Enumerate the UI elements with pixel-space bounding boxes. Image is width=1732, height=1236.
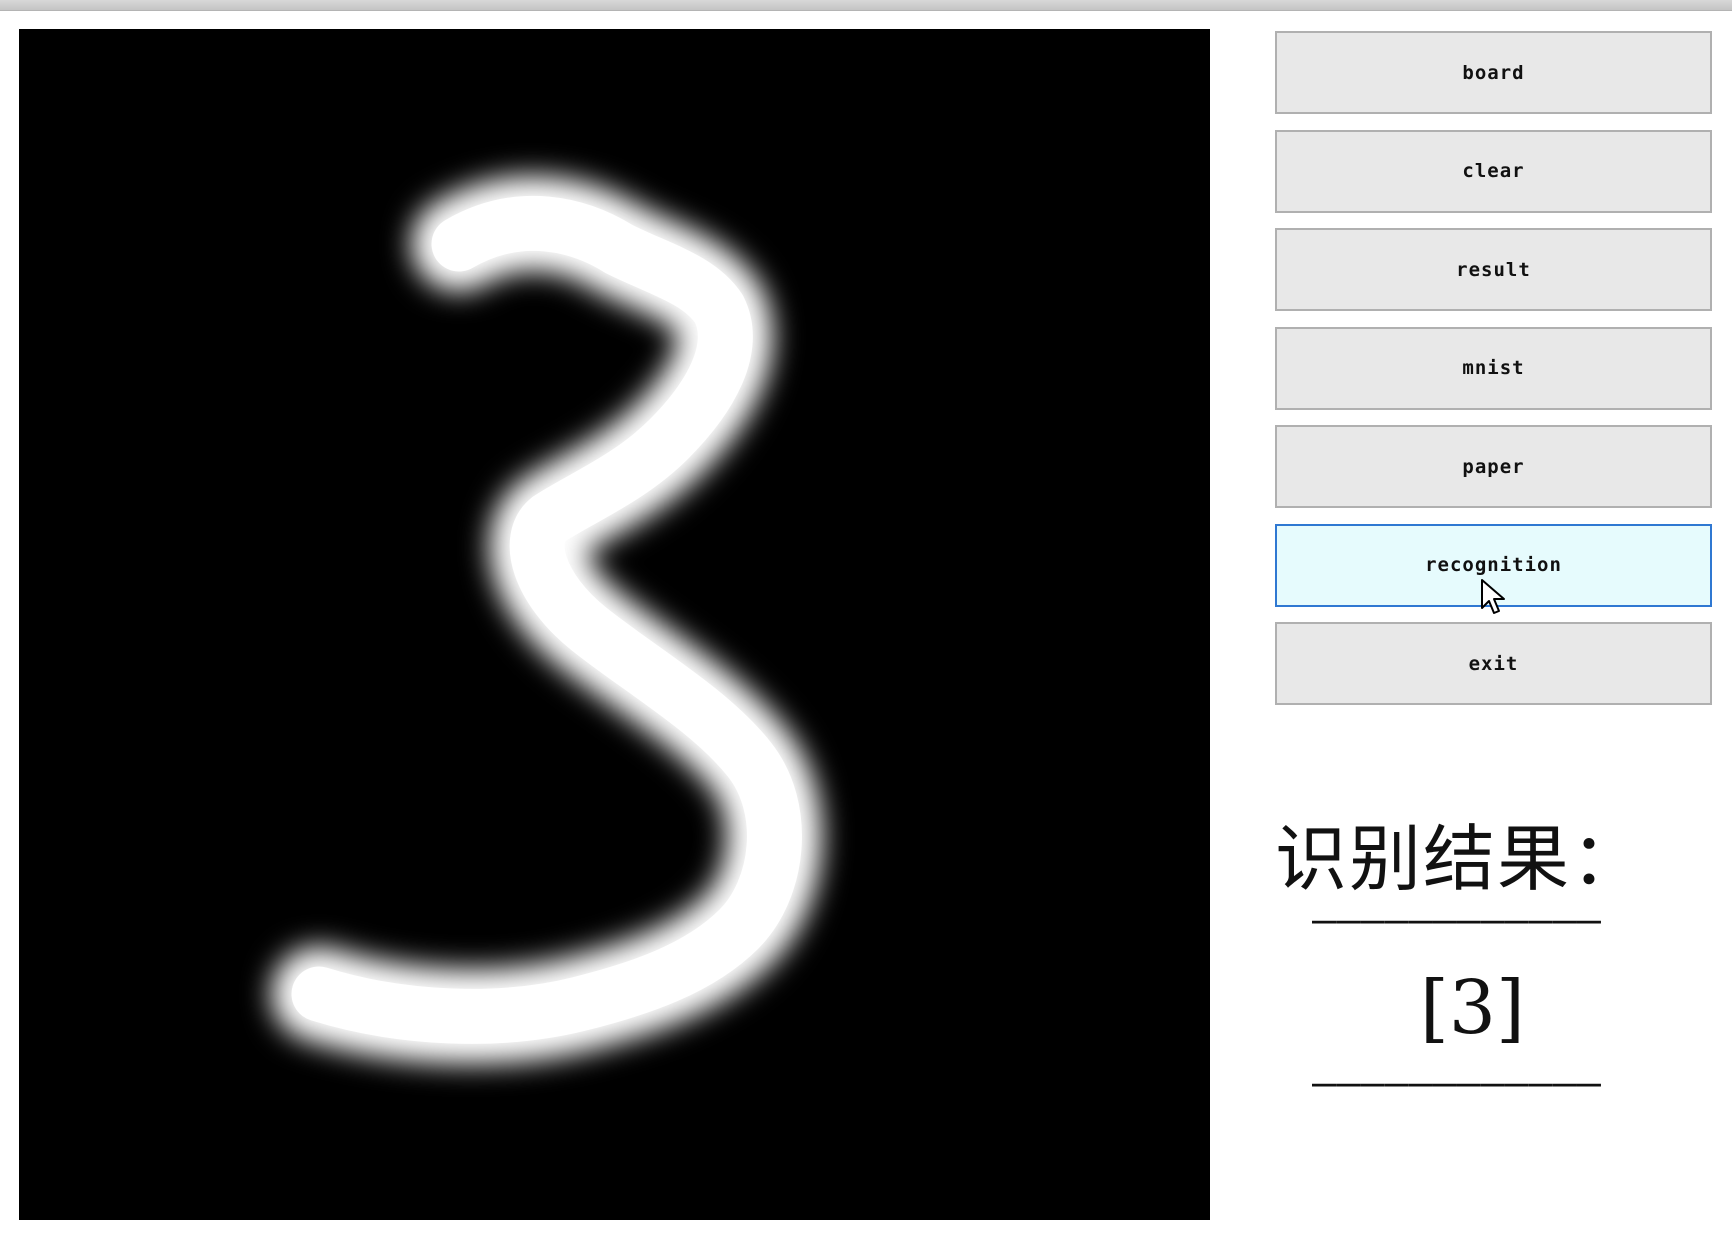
- clear-button[interactable]: clear: [1275, 129, 1712, 213]
- result-value: [3]: [1420, 965, 1525, 1051]
- result-separator-bottom: ————————————: [1312, 1063, 1601, 1103]
- board-button[interactable]: board: [1275, 31, 1712, 114]
- recognition-button[interactable]: recognition: [1275, 523, 1712, 607]
- control-panel: board clear result mnist paper recognition exi…: [1275, 31, 1712, 721]
- result-button[interactable]: result: [1275, 228, 1712, 311]
- window-title-bar: [0, 0, 1732, 11]
- mnist-button[interactable]: mnist: [1275, 326, 1712, 410]
- result-separator-top: ————————————: [1312, 900, 1601, 940]
- drawing-canvas[interactable]: [19, 29, 1210, 1220]
- result-title: 识别结果：: [1275, 817, 1646, 901]
- exit-button[interactable]: exit: [1275, 622, 1712, 705]
- digit-drawing: [271, 175, 822, 1064]
- paper-button[interactable]: paper: [1275, 425, 1712, 508]
